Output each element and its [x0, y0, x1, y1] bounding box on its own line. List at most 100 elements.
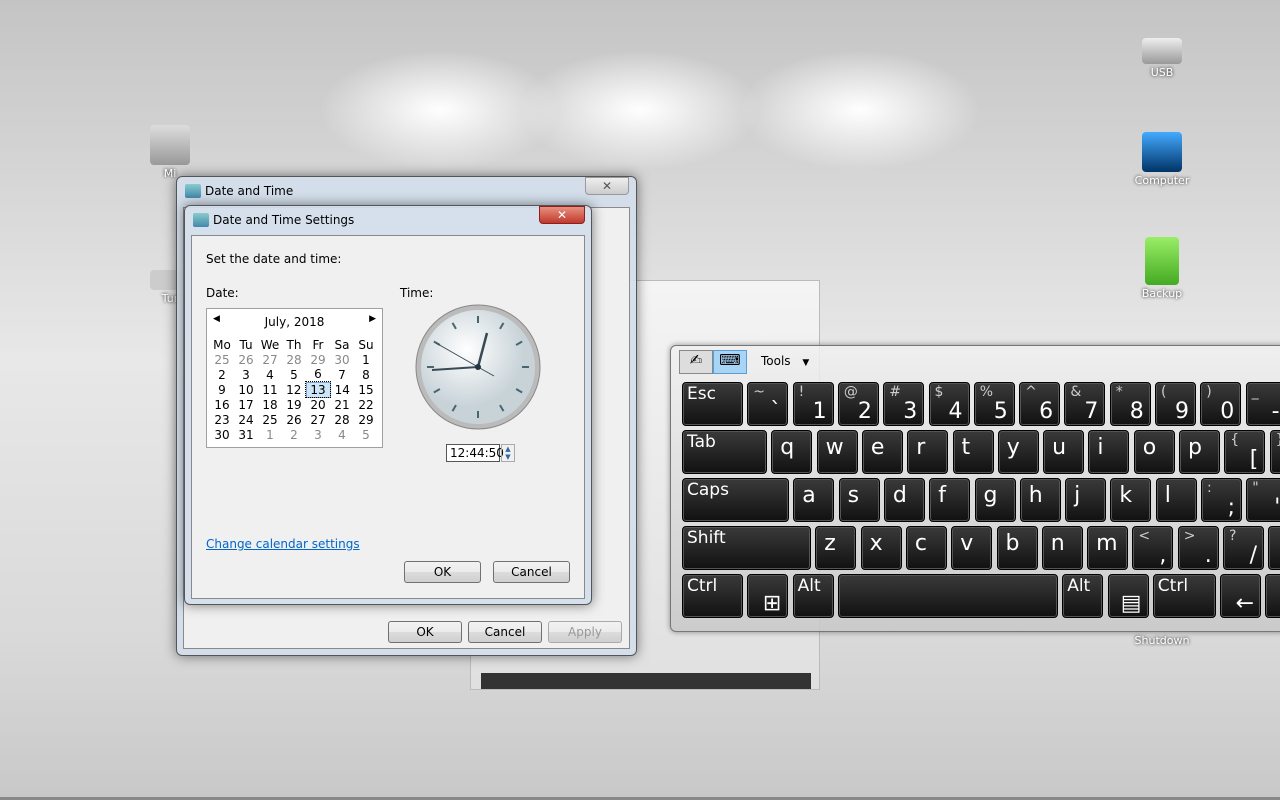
calendar-day[interactable]: 3 [234, 367, 258, 382]
close-button[interactable]: ✕ [539, 206, 585, 224]
key-`[interactable]: ~ ` [747, 382, 789, 426]
calendar-day[interactable]: 4 [330, 427, 354, 442]
key-e[interactable]: e [861, 430, 903, 474]
key-g[interactable]: g [974, 478, 1016, 522]
calendar-day[interactable]: 28 [282, 352, 306, 367]
key-y[interactable]: y [997, 430, 1039, 474]
desktop-icon-usb[interactable]: USB [1122, 32, 1202, 79]
key-k[interactable]: k [1110, 478, 1152, 522]
key-Alt[interactable]: Alt [1062, 574, 1104, 618]
key-Caps[interactable]: Caps [682, 478, 789, 522]
calendar-day[interactable]: 28 [330, 412, 354, 427]
key-'[interactable]: " ' [1246, 478, 1280, 522]
calendar-day[interactable]: 26 [234, 352, 258, 367]
key-Shift[interactable]: Shift [682, 526, 811, 570]
ok-button[interactable]: OK [404, 561, 481, 583]
calendar-day[interactable]: 25 [258, 412, 282, 427]
key-w[interactable]: w [816, 430, 858, 474]
key-6[interactable]: ^ 6 [1019, 382, 1061, 426]
desktop-icon-machine[interactable]: Mi [140, 125, 200, 180]
key-z[interactable]: z [815, 526, 857, 570]
key-,[interactable]: <, [1132, 526, 1174, 570]
key-4[interactable]: $4 [928, 382, 970, 426]
calendar-day[interactable]: 12 [282, 382, 306, 397]
calendar-day[interactable]: 8 [354, 367, 378, 382]
calendar-day-selected[interactable]: 13 [305, 381, 331, 398]
calendar-day[interactable]: 1 [354, 352, 378, 367]
calendar-day[interactable]: 1 [258, 427, 282, 442]
key-Esc[interactable]: Esc [682, 382, 743, 426]
calendar-day[interactable]: 19 [282, 397, 306, 412]
key-Ctrl[interactable]: Ctrl [682, 574, 743, 618]
calendar-day[interactable]: 15 [354, 382, 378, 397]
key-space[interactable] [837, 574, 1058, 618]
key-.[interactable]: >. [1177, 526, 1219, 570]
key-;[interactable]: :; [1201, 478, 1242, 522]
key-7[interactable]: & 7 [1064, 382, 1106, 426]
key-i[interactable]: i [1088, 430, 1130, 474]
key-n[interactable]: n [1041, 526, 1083, 570]
calendar-day[interactable]: 24 [234, 412, 258, 427]
calendar-day[interactable]: 30 [210, 427, 234, 442]
next-month-button[interactable]: ▶ [369, 314, 376, 324]
key-a[interactable]: a [793, 478, 835, 522]
calendar-day[interactable]: 20 [306, 397, 330, 412]
key-u[interactable]: u [1043, 430, 1085, 474]
calendar-day[interactable]: 27 [306, 412, 330, 427]
calendar-day[interactable]: 21 [330, 397, 354, 412]
key-r[interactable]: r [907, 430, 949, 474]
key-2[interactable]: @2 [837, 382, 879, 426]
key-d[interactable]: d [883, 478, 925, 522]
key-l[interactable]: l [1155, 478, 1197, 522]
calendar-day[interactable]: 17 [234, 397, 258, 412]
calendar-month-title[interactable]: July, 2018 [207, 315, 382, 329]
key-v[interactable]: v [951, 526, 993, 570]
key-←[interactable]: ← [1220, 574, 1262, 618]
key-⊞[interactable]: ⊞ [747, 574, 789, 618]
cancel-button[interactable]: Cancel [493, 561, 570, 583]
key-p[interactable]: p [1179, 430, 1220, 474]
calendar-day[interactable]: 11 [258, 382, 282, 397]
key-↓[interactable]: ↓ [1265, 574, 1280, 618]
key-Alt[interactable]: Alt [792, 574, 834, 618]
calendar-day[interactable]: 7 [330, 367, 354, 382]
key-b[interactable]: b [996, 526, 1038, 570]
key-f[interactable]: f [929, 478, 971, 522]
close-button[interactable]: ✕ [585, 177, 629, 195]
key-5[interactable]: % 5 [973, 382, 1015, 426]
key-q[interactable]: q [771, 430, 813, 474]
key-9[interactable]: (9 [1155, 382, 1196, 426]
time-input[interactable]: 12:44:50 [446, 444, 504, 462]
key-][interactable]: }] [1269, 430, 1280, 474]
tools-menu[interactable]: Tools ▼ [761, 354, 809, 368]
key-0[interactable]: ) 0 [1200, 382, 1242, 426]
key-8[interactable]: * 8 [1109, 382, 1151, 426]
desktop-icon-backup[interactable]: Backup [1122, 237, 1202, 300]
cancel-button[interactable]: Cancel [468, 621, 542, 643]
key-s[interactable]: s [838, 478, 880, 522]
calendar-day[interactable]: 6 [306, 367, 330, 382]
calendar-day[interactable]: 4 [258, 367, 282, 382]
calendar-day[interactable]: 16 [210, 397, 234, 412]
change-calendar-settings-link[interactable]: Change calendar settings [206, 537, 360, 551]
key-/[interactable]: ? / [1223, 526, 1264, 570]
calendar-day[interactable]: 22 [354, 397, 378, 412]
key-[[interactable]: {[ [1224, 430, 1266, 474]
calendar-day[interactable]: 29 [354, 412, 378, 427]
calendar-day[interactable]: 31 [234, 427, 258, 442]
key-h[interactable]: h [1019, 478, 1061, 522]
desktop-icon-computer[interactable]: Computer [1122, 132, 1202, 187]
key--[interactable]: _ - [1245, 382, 1280, 426]
calendar-day[interactable]: 29 [306, 352, 330, 367]
key-↑[interactable]: ↑ [1268, 526, 1280, 570]
calendar-day[interactable]: 30 [330, 352, 354, 367]
key-Tab[interactable]: Tab [682, 430, 767, 474]
key-Ctrl[interactable]: Ctrl [1152, 574, 1216, 618]
key-o[interactable]: o [1133, 430, 1175, 474]
calendar-day[interactable]: 26 [282, 412, 306, 427]
desktop-icon-shutdown[interactable]: Shutdown [1122, 634, 1202, 647]
calendar-day[interactable]: 18 [258, 397, 282, 412]
calendar-day[interactable]: 5 [354, 427, 378, 442]
apply-button[interactable]: Apply [548, 621, 622, 643]
key-t[interactable]: t [952, 430, 994, 474]
